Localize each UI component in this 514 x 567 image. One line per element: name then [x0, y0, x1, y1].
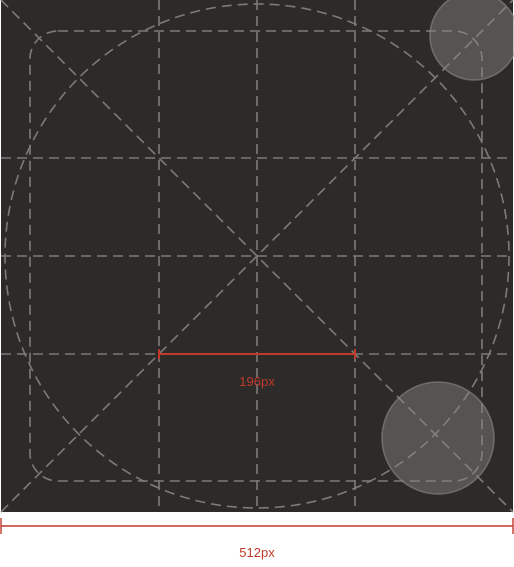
corner-circle-bottom-right [381, 381, 495, 495]
inner-measure-label: 196px [239, 374, 275, 389]
width-measure-label: 512px [239, 545, 275, 560]
width-measurement [0, 518, 514, 534]
keyline-grid-diagram: 196px 512px [0, 0, 514, 560]
